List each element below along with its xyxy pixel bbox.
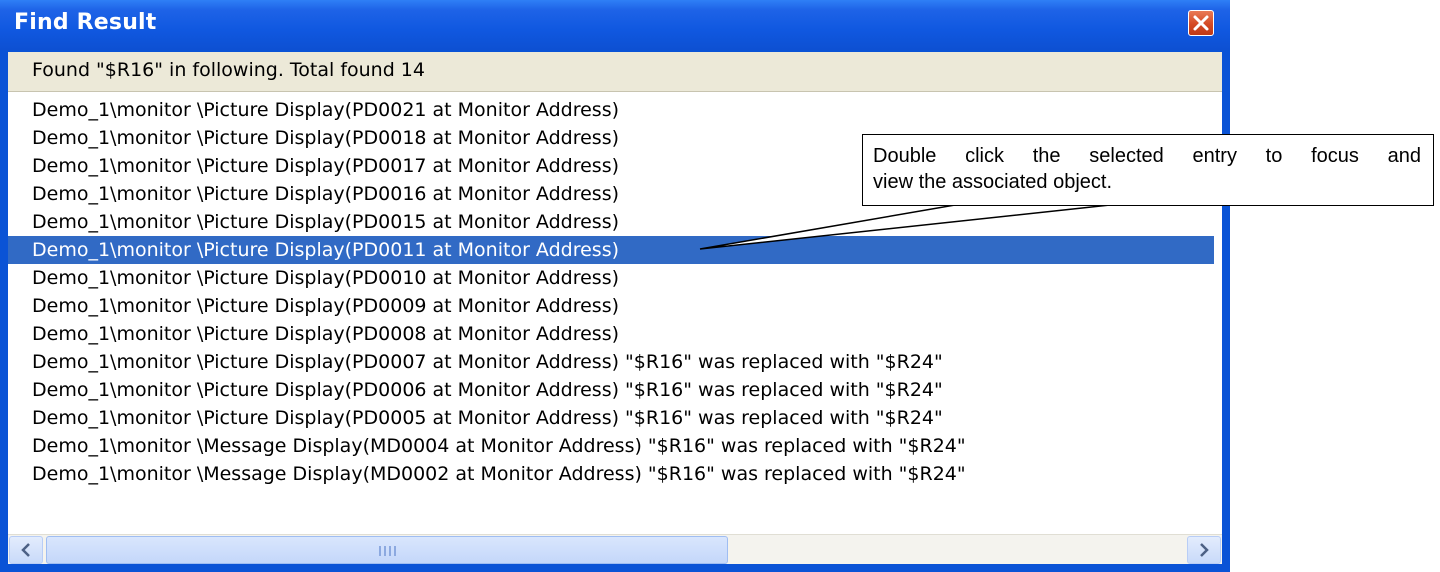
callout-line-2: view the associated object. <box>873 171 1113 193</box>
callout-pointer <box>699 204 1111 250</box>
callout-box: Double click the selected entry to focus… <box>862 134 1434 206</box>
callout-line-1: Double click the selected entry to focus… <box>873 145 1421 167</box>
